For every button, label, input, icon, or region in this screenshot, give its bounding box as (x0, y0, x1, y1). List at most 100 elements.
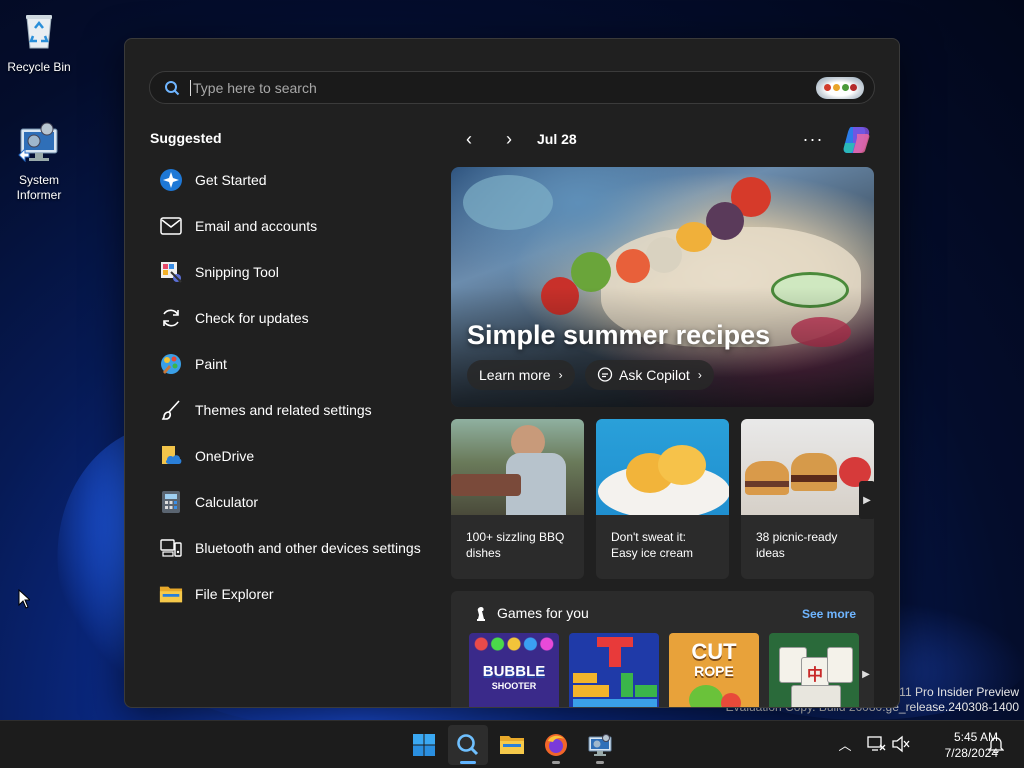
game-tile-cut-the-rope[interactable]: CUT ROPE (669, 633, 759, 707)
search-highlight-image[interactable] (816, 76, 864, 99)
suggested-item-label: Snipping Tool (195, 264, 279, 280)
highlight-cards: 100+ sizzling BBQ dishes Don't sweat it:… (451, 419, 875, 579)
network-disconnected-icon (867, 736, 886, 751)
highlight-card[interactable]: 38 picnic-ready ideas (741, 419, 874, 579)
taskbar: ︿ 5:45 AM 7/28/2024 (0, 720, 1024, 768)
volume-muted-icon (892, 735, 910, 753)
refresh-icon (159, 306, 183, 330)
game-subtitle: ROPE (694, 663, 734, 679)
games-section: Games for you See more BUBBLE SHOOTER CU… (451, 591, 874, 707)
highlights-nav: ‹ › Jul 28 ··· (455, 125, 875, 153)
chess-icon (477, 607, 485, 621)
cards-next-button[interactable]: ▶ (859, 481, 875, 519)
game-tile-bubble-shooter[interactable]: BUBBLE SHOOTER (469, 633, 559, 707)
recycle-bin-icon (26, 15, 52, 49)
copilot-icon[interactable] (841, 125, 873, 155)
game-tile-mahjong[interactable]: 中 (769, 633, 859, 707)
ice-cream-image (596, 419, 729, 515)
paint-icon (159, 352, 183, 376)
suggested-item-email-accounts[interactable]: Email and accounts (149, 203, 439, 249)
highlight-card[interactable]: 100+ sizzling BBQ dishes (451, 419, 584, 579)
learn-more-button[interactable]: Learn more › (467, 360, 575, 390)
suggested-item-label: OneDrive (195, 448, 255, 464)
chevron-right-icon: ▶ (862, 668, 870, 680)
snipping-tool-icon (159, 260, 183, 284)
search-panel: Suggested Get Started Email and accounts… (124, 38, 900, 708)
mail-icon (159, 214, 183, 238)
game-title: BUBBLE (482, 663, 546, 680)
suggested-item-paint[interactable]: Paint (149, 341, 439, 387)
watermark-line: s 11 Pro Insider Preview (889, 685, 1019, 699)
chevron-right-icon: ▶ (863, 494, 871, 506)
game-tile-blocks[interactable] (569, 633, 659, 707)
see-more-link[interactable]: See more (802, 607, 856, 621)
system-informer-icon (588, 734, 612, 756)
desktop-icon-label: Recycle Bin (7, 60, 71, 74)
onedrive-icon (159, 444, 183, 468)
suggested-item-themes[interactable]: Themes and related settings (149, 387, 439, 433)
next-day-button[interactable]: › (495, 125, 523, 153)
suggested-item-label: Themes and related settings (195, 402, 372, 418)
chevron-up-icon: ︿ (838, 737, 852, 753)
notifications-button[interactable] (985, 733, 1007, 755)
previous-day-button[interactable]: ‹ (455, 125, 483, 153)
desktop-icon-label: System Informer (16, 173, 62, 202)
ask-copilot-button[interactable]: Ask Copilot › (585, 360, 714, 390)
game-subtitle: SHOOTER (491, 681, 537, 691)
taskbar-system-informer[interactable] (580, 725, 620, 765)
games-next-button[interactable]: ▶ (859, 661, 873, 687)
suggested-item-bluetooth-devices[interactable]: Bluetooth and other devices settings (149, 525, 439, 571)
suggested-item-file-explorer[interactable]: File Explorer (149, 571, 439, 617)
folder-icon (159, 582, 183, 606)
network-status-button[interactable] (865, 733, 887, 755)
suggested-item-onedrive[interactable]: OneDrive (149, 433, 439, 479)
picnic-image (741, 419, 874, 515)
calculator-icon (159, 490, 183, 514)
get-started-icon (159, 168, 183, 192)
suggested-list: Get Started Email and accounts Snipping … (149, 157, 439, 617)
search-box[interactable] (149, 71, 875, 104)
volume-button[interactable] (890, 733, 912, 755)
card-text: Don't sweat it: Easy ice cream (611, 530, 694, 560)
game-title: CUT (691, 639, 737, 664)
running-indicator (596, 761, 604, 764)
desktop-icon-recycle-bin[interactable]: Recycle Bin (1, 8, 77, 75)
search-icon (165, 80, 180, 95)
card-text: 38 picnic-ready ideas (756, 530, 838, 560)
start-button[interactable] (404, 725, 444, 765)
bbq-image (451, 419, 584, 515)
highlight-card[interactable]: Don't sweat it: Easy ice cream (596, 419, 729, 579)
games-title: Games for you (497, 605, 589, 621)
suggested-item-label: Check for updates (195, 310, 309, 326)
chevron-right-icon: › (558, 368, 563, 382)
search-icon (457, 734, 479, 756)
more-options-button[interactable]: ··· (799, 125, 827, 153)
chat-icon (597, 367, 613, 382)
suggested-item-snipping-tool[interactable]: Snipping Tool (149, 249, 439, 295)
suggested-item-label: Get Started (195, 172, 267, 188)
devices-icon (159, 536, 183, 560)
system-informer-icon (18, 122, 58, 163)
suggested-heading: Suggested (150, 130, 222, 146)
active-indicator (460, 761, 476, 764)
suggested-item-label: Email and accounts (195, 218, 318, 234)
file-explorer-icon (500, 736, 524, 754)
suggested-item-check-updates[interactable]: Check for updates (149, 295, 439, 341)
suggested-item-calculator[interactable]: Calculator (149, 479, 439, 525)
hero-card[interactable]: Simple summer recipes Learn more › Ask C… (451, 167, 874, 407)
firefox-icon (545, 734, 567, 756)
suggested-item-label: File Explorer (195, 586, 274, 602)
chevron-right-icon: › (506, 128, 512, 149)
suggested-item-get-started[interactable]: Get Started (149, 157, 439, 203)
chevron-right-icon: › (697, 368, 702, 382)
chevron-left-icon: ‹ (466, 128, 472, 149)
search-input[interactable] (190, 79, 816, 96)
show-hidden-icons-button[interactable]: ︿ (834, 733, 856, 755)
taskbar-file-explorer[interactable] (492, 725, 532, 765)
desktop-icon-system-informer[interactable]: System Informer (1, 106, 77, 203)
running-indicator (552, 761, 560, 764)
more-icon: ··· (802, 128, 824, 149)
suggested-item-label: Bluetooth and other devices settings (195, 540, 421, 556)
taskbar-search-button[interactable] (448, 725, 488, 765)
taskbar-firefox[interactable] (536, 725, 576, 765)
